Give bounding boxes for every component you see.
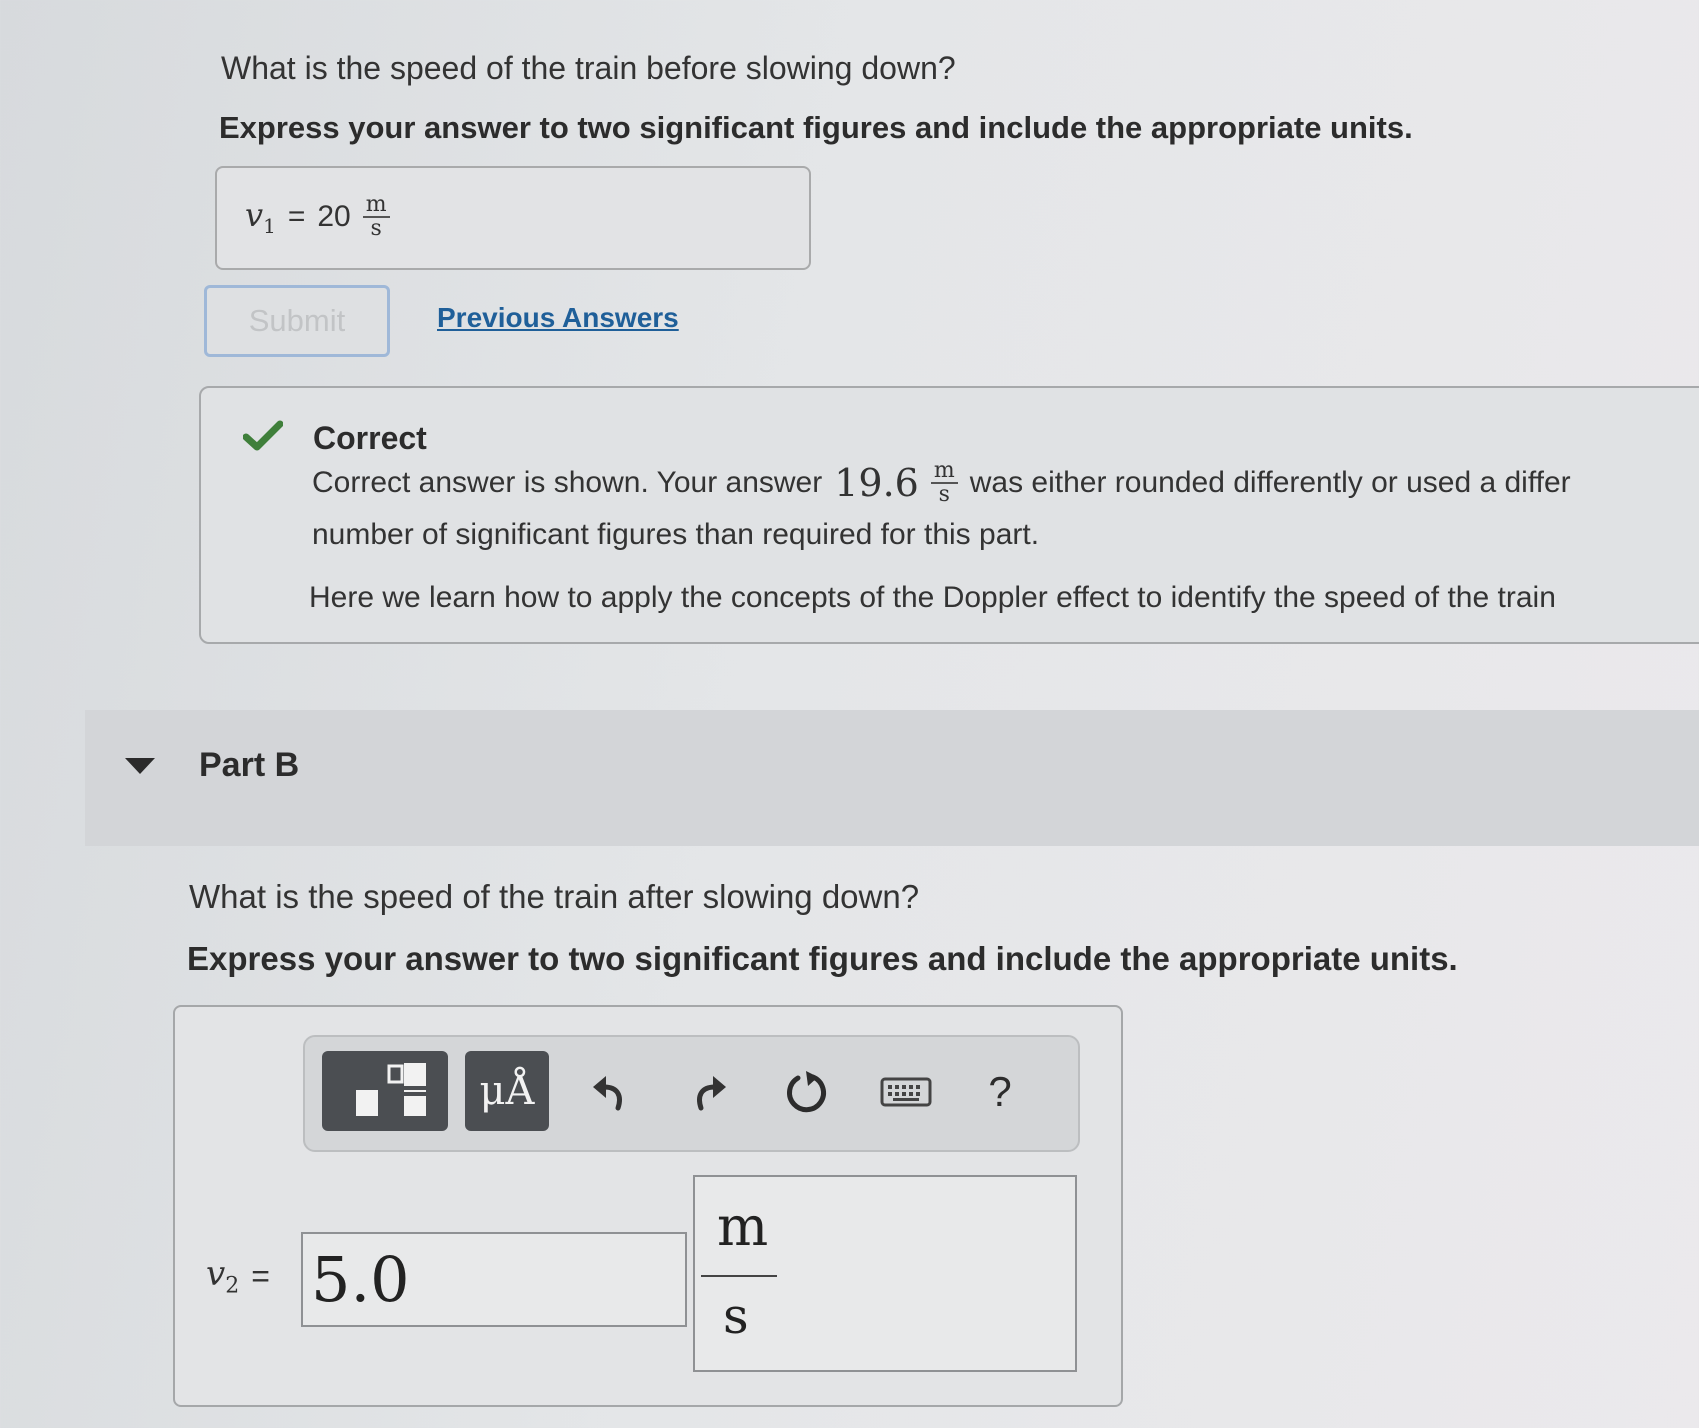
answer-variable: v1 xyxy=(245,196,276,238)
undo-icon xyxy=(593,1076,622,1111)
equals-sign: = xyxy=(287,200,306,233)
undo-button[interactable] xyxy=(581,1063,639,1121)
redo-icon xyxy=(697,1076,726,1111)
feedback-line-2: number of significant figures than requi… xyxy=(312,518,1040,551)
checkmark-icon xyxy=(243,420,283,451)
reset-icon xyxy=(787,1071,827,1113)
keyboard-icon xyxy=(880,1077,932,1107)
answer-value: 20 xyxy=(317,200,351,233)
math-toolbar: μÅ ? xyxy=(303,1035,1080,1152)
answer-unit: m s xyxy=(362,194,390,240)
feedback-line-1: Correct answer is shown. Your answer 19.… xyxy=(312,458,1571,507)
your-answer-value: 19.6 xyxy=(834,461,919,505)
feedback-box: Correct Correct answer is shown. Your an… xyxy=(199,386,1699,644)
part-b-answer-variable: v2 = xyxy=(206,1254,270,1299)
feedback-status: Correct xyxy=(313,420,427,456)
part-b-instruction: Express your answer to two significant f… xyxy=(187,940,1458,977)
part-a-question: What is the speed of the train before sl… xyxy=(221,50,956,86)
previous-answers-link[interactable]: Previous Answers xyxy=(437,302,679,334)
fraction-bar xyxy=(701,1275,777,1277)
your-answer-unit: m s xyxy=(930,460,958,506)
templates-icon xyxy=(356,1063,426,1116)
part-b-title: Part B xyxy=(199,746,300,784)
units-denominator: s xyxy=(723,1287,749,1345)
redo-button[interactable] xyxy=(680,1063,738,1121)
templates-button[interactable] xyxy=(322,1051,448,1131)
submit-button[interactable]: Submit xyxy=(204,285,390,357)
part-a-instruction: Express your answer to two significant f… xyxy=(219,110,1413,145)
part-b-question: What is the speed of the train after slo… xyxy=(189,878,920,915)
part-b-header[interactable]: Part B xyxy=(85,710,1699,846)
part-a-answer-display: v1 = 20 m s xyxy=(215,166,811,270)
collapse-triangle-icon[interactable] xyxy=(123,755,157,777)
feedback-line-3: Here we learn how to apply the concepts … xyxy=(309,581,1556,614)
keyboard-button[interactable] xyxy=(876,1067,936,1117)
units-numerator: m xyxy=(717,1195,769,1258)
help-button[interactable]: ? xyxy=(975,1063,1025,1121)
units-input[interactable]: m s xyxy=(693,1175,1077,1372)
units-symbols-button[interactable]: μÅ xyxy=(465,1051,549,1131)
value-input[interactable]: 5.0 xyxy=(301,1232,687,1327)
reset-button[interactable] xyxy=(776,1061,838,1123)
